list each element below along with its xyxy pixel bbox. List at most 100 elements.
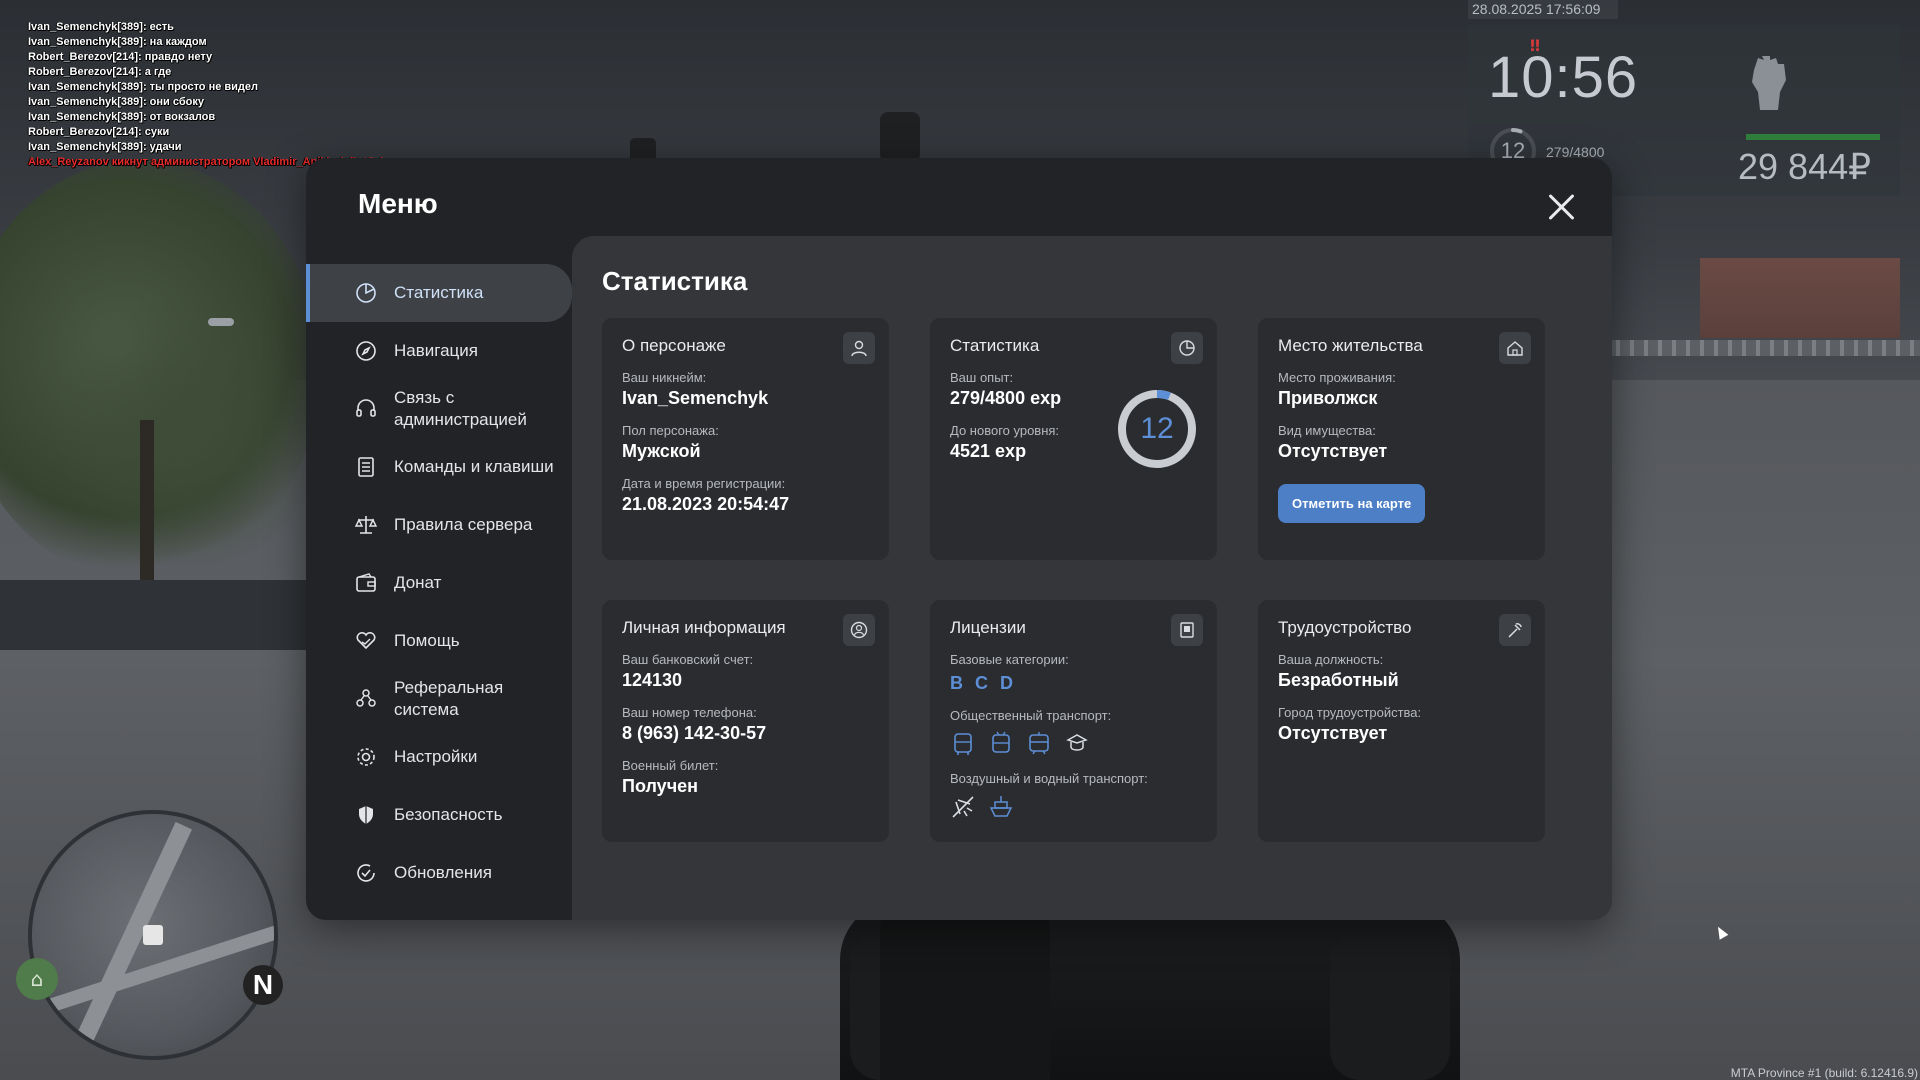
sidebar-item-contact-admin[interactable]: Связь с администрацией <box>306 380 572 438</box>
car-wheel <box>1330 930 1450 1080</box>
close-button[interactable] <box>1546 192 1576 222</box>
gender-value: Мужской <box>622 441 701 461</box>
build-version: MTA Province #1 (build: 6.12416.9) <box>1730 1066 1918 1080</box>
chat-line: Ivan_Semenchyk[389]: они сбоку <box>28 96 204 108</box>
hud-clock: 10:56 <box>1488 45 1639 110</box>
chat-line: Robert_Berezov[214]: суки <box>28 126 170 138</box>
chat-line: Ivan_Semenchyk[389]: ты просто не видел <box>28 81 259 93</box>
residence-value: Приволжск <box>1278 388 1378 408</box>
sidebar-item-statistics[interactable]: Статистика <box>306 264 572 322</box>
card-title: Трудоустройство <box>1278 618 1412 637</box>
chat-line: Ivan_Semenchyk[389]: удачи <box>28 141 182 153</box>
card-title: Статистика <box>950 336 1040 355</box>
public-transport-icons <box>950 731 1197 757</box>
home-icon <box>1499 332 1531 364</box>
field-label: Военный билет: <box>622 758 719 773</box>
crane-hook <box>880 112 920 162</box>
compass-icon <box>356 341 376 361</box>
north-indicator: N <box>243 965 283 1005</box>
personal-info-card: Личная информация Ваш банковский счет: 1… <box>602 600 889 842</box>
people-icon <box>356 689 376 707</box>
field-label: Пол персонажа: <box>622 423 719 438</box>
sidebar-item-label: Реферальная система <box>394 678 504 719</box>
employment-card: Трудоустройство Ваша должность: Безработ… <box>1258 600 1545 842</box>
sidebar-item-commands[interactable]: Команды и клавиши <box>306 438 572 496</box>
player-marker-icon <box>143 925 163 945</box>
chat-line: Ivan_Semenchyk[389]: есть <box>28 21 174 33</box>
stats-card: Статистика Ваш опыт: 279/4800 exp До нов… <box>930 318 1217 560</box>
field-label: Город трудоустройства: <box>1278 705 1422 720</box>
sidebar-item-label: Статистика <box>394 283 484 302</box>
card-title: Место жительства <box>1278 336 1423 355</box>
sidebar-item-security[interactable]: Безопасность <box>306 786 572 844</box>
content-panel: Статистика О персонаже Ваш никнейм: Ivan… <box>572 236 1612 920</box>
building <box>1700 258 1900 338</box>
field-label: Ваш опыт: <box>950 370 1014 385</box>
field-label: Вид имущества: <box>1278 423 1376 438</box>
scales-icon <box>354 516 378 534</box>
sidebar-item-label: Помощь <box>394 631 460 650</box>
field-label: Общественный транспорт: <box>950 708 1112 723</box>
license-document-icon <box>1171 614 1203 646</box>
license-category: D <box>1000 673 1013 693</box>
bank-account-value: 124130 <box>622 670 683 690</box>
menu-title: Меню <box>358 188 438 219</box>
sidebar-item-label: Правила сервера <box>394 515 533 534</box>
fist-weapon-icon <box>1752 56 1786 110</box>
list-document-icon <box>358 457 374 477</box>
refresh-check-icon <box>357 864 375 882</box>
sidebar-item-help[interactable]: Помощь <box>306 612 572 670</box>
hud-datetime: 28.08.2025 17:56:09 <box>1468 0 1618 19</box>
position-value: Безработный <box>1278 670 1399 690</box>
field-label: Базовые категории: <box>950 652 1069 667</box>
card-title: Лицензии <box>950 618 1026 637</box>
sidebar-item-label: Настройки <box>394 747 478 766</box>
user-icon <box>843 332 875 364</box>
sidebar: Статистика Навигация Связь с администрац… <box>306 264 572 902</box>
chart-pie-icon <box>356 283 376 303</box>
nickname-value: Ivan_Semenchyk <box>622 388 769 408</box>
minimap-road <box>70 821 192 1056</box>
license-category: C <box>975 673 988 693</box>
tree-trunk <box>140 420 154 600</box>
level-value: 12 <box>1140 412 1174 445</box>
chat-line: Robert_Berezov[214]: а где <box>28 66 172 78</box>
sidebar-item-navigation[interactable]: Навигация <box>306 322 572 380</box>
mark-on-map-button[interactable]: Отметить на карте <box>1278 484 1426 523</box>
sidebar-item-updates[interactable]: Обновления <box>306 844 572 902</box>
trolleybus-icon <box>992 731 1010 753</box>
sidebar-item-referral[interactable]: Реферальная система <box>306 670 572 728</box>
license-categories: B C D <box>950 673 1197 694</box>
hammer-icon <box>1499 614 1531 646</box>
sidebar-item-rules[interactable]: Правила сервера <box>306 496 572 554</box>
license-category: B <box>950 673 963 693</box>
airplane-icon <box>952 796 974 818</box>
sidebar-item-label: Команды и клавиши <box>394 457 554 476</box>
sidebar-item-label: Донат <box>394 573 442 592</box>
field-label: Ваш банковский счет: <box>622 652 754 667</box>
tram-icon <box>1029 732 1049 755</box>
sidebar-item-donate[interactable]: Донат <box>306 554 572 612</box>
field-label: Воздушный и водный транспорт: <box>950 771 1148 786</box>
bus-icon <box>954 733 972 755</box>
sidebar-item-settings[interactable]: Настройки <box>306 728 572 786</box>
chat-line: Robert_Berezov[214]: правдо нету <box>28 51 213 63</box>
wallet-icon <box>356 573 376 592</box>
sidebar-item-label: Обновления <box>394 863 492 882</box>
heart-hands-icon <box>356 631 376 650</box>
headset-icon <box>356 399 376 417</box>
field-label: Ваша должность: <box>1278 652 1384 667</box>
railing <box>1560 340 1920 356</box>
chat-line: Ivan_Semenchyk[389]: на каждом <box>28 36 207 48</box>
wall <box>0 580 310 650</box>
user-circle-icon <box>843 614 875 646</box>
military-id-value: Получен <box>622 776 699 796</box>
card-title: О персонаже <box>622 336 726 355</box>
licenses-card: Лицензии Базовые категории: B C D Общест… <box>930 600 1217 842</box>
employment-city-value: Отсутствует <box>1278 723 1388 743</box>
character-card: О персонаже Ваш никнейм: Ivan_Semenchyk … <box>602 318 889 560</box>
residence-card: Место жительства Место проживания: Приво… <box>1258 318 1545 560</box>
hud-money: 29 844₽ <box>1738 146 1872 187</box>
chat-line: Ivan_Semenchyk[389]: от вокзалов <box>28 111 216 123</box>
field-label: Ваш номер телефона: <box>622 705 757 720</box>
